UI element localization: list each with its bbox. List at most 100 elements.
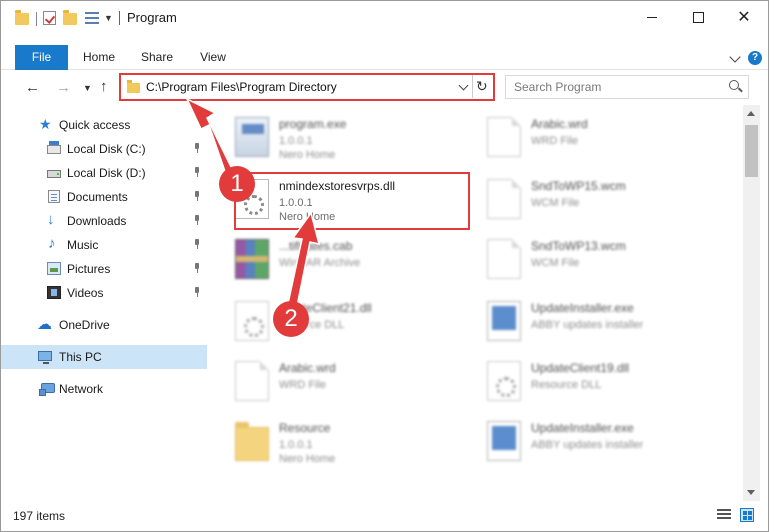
list-item[interactable]: UpdateInstaller.exe ABBY updates install… <box>465 413 715 469</box>
pin-icon[interactable] <box>193 143 201 153</box>
refresh-icon[interactable]: ↻ <box>476 78 488 95</box>
address-dropdown-icon[interactable] <box>458 80 469 91</box>
list-item[interactable]: Arabic.wrd WRD File <box>213 353 463 409</box>
navigation-pane: ★ Quick access Local Disk (C:) Local Dis… <box>1 111 207 501</box>
scroll-down-arrow-icon[interactable] <box>747 490 755 495</box>
sidebar-item-documents[interactable]: Documents <box>1 185 207 209</box>
onedrive-cloud-icon: ☁ <box>37 316 52 333</box>
list-item[interactable]: UpdateClient19.dll Resource DLL <box>465 353 715 409</box>
recent-locations-dropdown-icon[interactable]: ▼ <box>83 83 92 93</box>
sidebar-item-onedrive[interactable]: ☁ OneDrive <box>1 313 207 337</box>
music-icon: ♪ <box>48 235 56 252</box>
address-path[interactable]: C:\Program Files\Program Directory <box>146 80 337 94</box>
sidebar-item-network[interactable]: Network <box>1 377 207 401</box>
list-item[interactable]: program.exe 1.0.0.1 Nero Home <box>213 109 463 165</box>
tab-share[interactable]: Share <box>135 45 179 70</box>
pin-icon[interactable] <box>193 263 201 273</box>
address-bar[interactable]: C:\Program Files\Program Directory ↻ <box>119 73 495 101</box>
documents-icon <box>48 190 60 203</box>
list-item[interactable]: ...dateClient21.dll ...source DLL <box>213 293 463 349</box>
maximize-button[interactable] <box>675 1 721 33</box>
sidebar-item-local-disk-c[interactable]: Local Disk (C:) <box>1 137 207 161</box>
help-icon[interactable]: ? <box>748 51 762 65</box>
ribbon-tabs: File Home Share View <box>1 45 768 70</box>
search-input[interactable] <box>506 76 721 98</box>
file-type: ABBY updates installer <box>531 319 644 331</box>
quick-access-dropdown-icon[interactable]: ▼ <box>104 13 113 29</box>
pin-icon[interactable] <box>193 215 201 225</box>
list-item[interactable]: ...tificates.cab WinRAR Archive <box>213 231 463 287</box>
rename-icon[interactable] <box>85 12 99 24</box>
file-name: program.exe <box>279 117 347 131</box>
properties-check-icon[interactable] <box>43 11 56 25</box>
file-type: WCM File <box>531 197 580 209</box>
folder-icon <box>235 422 269 461</box>
address-folder-icon <box>127 80 140 93</box>
pictures-icon <box>47 262 61 275</box>
file-name: Arabic.wrd <box>531 117 588 131</box>
file-name: UpdateInstaller.exe <box>531 421 634 435</box>
document-file-icon <box>487 239 521 279</box>
network-icon <box>39 383 55 396</box>
file-type: WinRAR Archive <box>279 257 361 269</box>
download-icon: ↓ <box>47 211 55 228</box>
file-name: UpdateClient19.dll <box>531 361 630 375</box>
sidebar-item-pictures[interactable]: Pictures <box>1 257 207 281</box>
pin-icon[interactable] <box>193 287 201 297</box>
list-item[interactable]: UpdateInstaller.exe ABBY updates install… <box>465 293 715 349</box>
list-item[interactable]: Resource 1.0.0.1 Nero Home <box>213 413 463 469</box>
file-company: Nero Home <box>279 149 336 161</box>
vertical-scrollbar[interactable] <box>743 105 760 501</box>
navigation-bar: ← → ▼ ↑ C:\Program Files\Program Directo… <box>1 71 768 104</box>
step-2-badge: 2 <box>273 301 309 337</box>
target-file-highlight <box>234 172 470 230</box>
archive-icon <box>235 239 269 279</box>
new-folder-icon[interactable] <box>63 10 77 25</box>
sidebar-item-downloads[interactable]: ↓ Downloads <box>1 209 207 233</box>
sidebar-item-label: Local Disk (C:) <box>67 142 146 156</box>
file-name: Arabic.wrd <box>279 361 336 375</box>
sidebar-item-music[interactable]: ♪ Music <box>1 233 207 257</box>
file-type: WRD File <box>531 135 579 147</box>
expand-ribbon-icon[interactable] <box>729 51 741 63</box>
file-name: ...tificates.cab <box>279 239 353 253</box>
search-box[interactable] <box>505 75 749 99</box>
tiles-view-icon[interactable] <box>740 508 754 522</box>
list-item[interactable]: Arabic.wrd WRD File <box>465 109 715 165</box>
tab-view[interactable]: View <box>193 45 233 70</box>
list-item[interactable]: SndToWP13.wcm WCM File <box>465 231 715 287</box>
list-item[interactable]: SndToWP15.wcm WCM File <box>465 171 715 227</box>
tab-file[interactable]: File <box>15 45 68 70</box>
sidebar-item-local-disk-d[interactable]: Local Disk (D:) <box>1 161 207 185</box>
windows-drive-icon <box>47 141 61 154</box>
sidebar-item-label: Network <box>59 382 104 396</box>
installer-icon <box>487 301 521 341</box>
close-button[interactable]: ✕ <box>721 1 767 33</box>
sidebar-item-this-pc[interactable]: This PC <box>1 345 207 369</box>
tab-home[interactable]: Home <box>77 45 121 70</box>
file-name: Resource <box>279 421 331 435</box>
pin-icon[interactable] <box>193 239 201 249</box>
installer-icon <box>487 421 521 461</box>
pin-icon[interactable] <box>193 191 201 201</box>
sidebar-item-videos[interactable]: Videos <box>1 281 207 305</box>
sidebar-item-label: Local Disk (D:) <box>67 166 146 180</box>
back-arrow-icon[interactable]: ← <box>25 79 40 96</box>
search-icon[interactable] <box>729 80 739 90</box>
document-file-icon <box>235 361 269 401</box>
sidebar-item-label: Music <box>67 238 99 252</box>
scroll-up-arrow-icon[interactable] <box>747 111 755 116</box>
dll-file-icon <box>235 301 269 341</box>
forward-arrow-icon[interactable]: → <box>56 79 71 96</box>
folder-icon <box>15 10 29 25</box>
file-type: Resource DLL <box>531 379 602 391</box>
file-type: ABBY updates installer <box>531 439 644 451</box>
pin-icon[interactable] <box>193 167 201 177</box>
minimize-button[interactable] <box>629 1 675 33</box>
sidebar-item-label: Pictures <box>67 262 111 276</box>
details-view-icon[interactable] <box>717 509 731 521</box>
sidebar-item-quick-access[interactable]: ★ Quick access <box>1 113 207 137</box>
up-arrow-icon[interactable]: ↑ <box>100 78 108 95</box>
videos-icon <box>47 286 61 299</box>
scroll-thumb[interactable] <box>745 125 758 177</box>
